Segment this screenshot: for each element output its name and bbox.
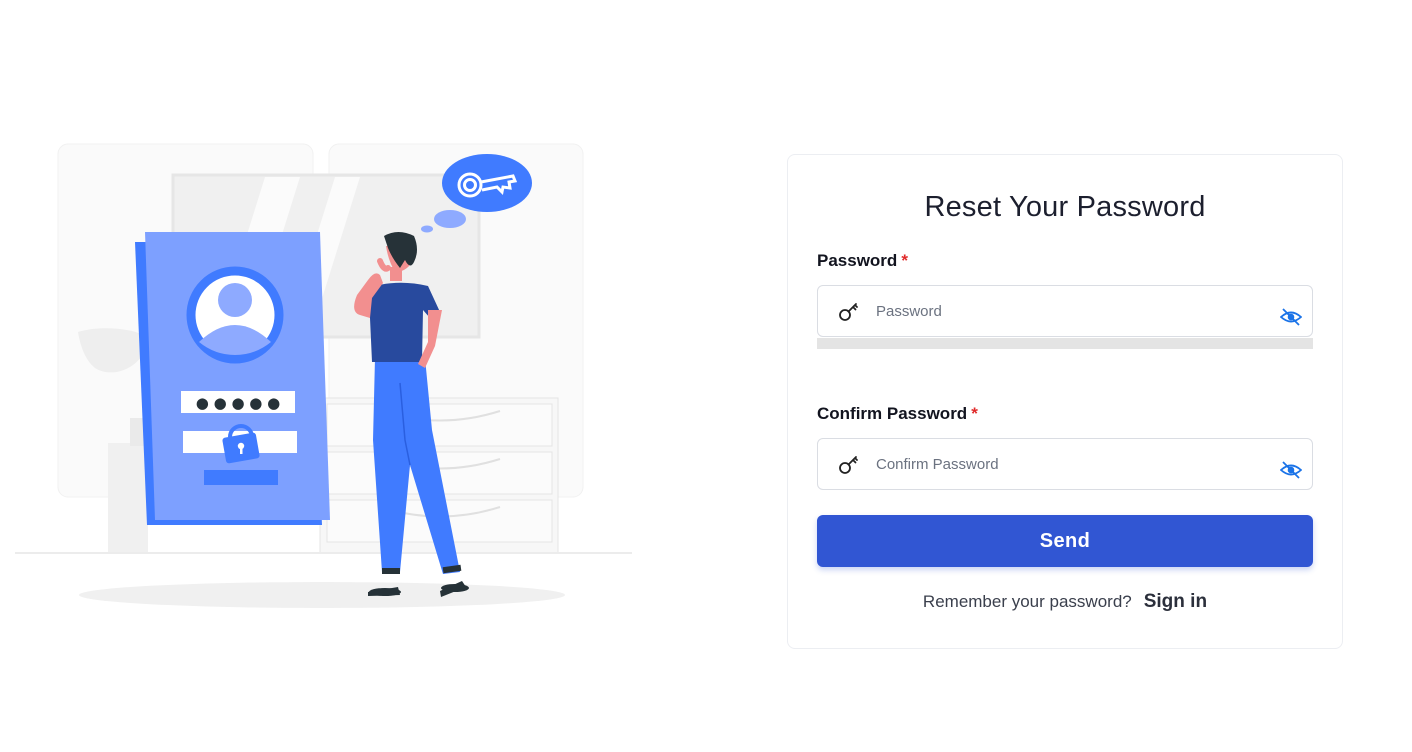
key-icon [839,303,858,321]
signin-prompt: Remember your password? Sign in [788,591,1342,613]
password-label-text: Password [817,251,898,270]
page-title: Reset Your Password [924,191,1206,223]
reset-password-card: Reset Your Password Password * Confirm Pa… [787,154,1343,649]
password-strength-bar [817,338,1313,349]
reset-password-illustration: ● ● ● ● ● [15,143,632,608]
send-button[interactable]: Send [817,515,1313,567]
key-icon [839,456,858,474]
sign-in-link[interactable]: Sign in [1144,591,1207,612]
illustration-password-dots: ● ● ● ● ● [196,394,281,412]
password-field[interactable] [817,285,1313,337]
floor-shadow [79,582,565,608]
confirm-password-label-text: Confirm Password [817,404,968,423]
eye-slash-icon[interactable] [1280,308,1302,326]
required-mark: * [971,404,978,423]
password-label: Password * [817,251,908,271]
password-input[interactable] [876,286,1266,336]
remember-password-text: Remember your password? [922,592,1132,611]
confirm-password-field[interactable] [817,438,1313,490]
confirm-password-input[interactable] [876,439,1266,489]
confirm-password-label: Confirm Password * [817,404,978,424]
eye-slash-icon[interactable] [1280,461,1302,479]
login-screen-panel: ● ● ● ● ● [135,232,330,525]
required-mark: * [901,251,908,270]
